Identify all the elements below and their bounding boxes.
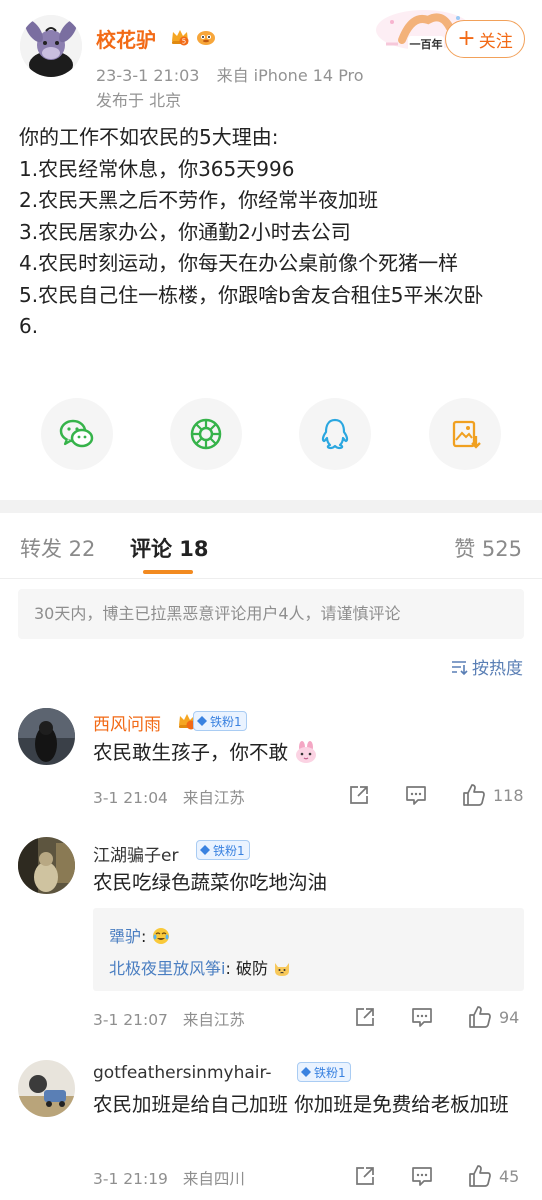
commenter-avatar[interactable] xyxy=(18,708,75,765)
follow-label: 关注 xyxy=(478,31,513,52)
comment-time: 3-1 21:07 xyxy=(93,1011,168,1029)
bunny-emoji-icon xyxy=(296,741,317,763)
thumbs-up-icon xyxy=(469,1006,491,1028)
commenter-avatar[interactable] xyxy=(18,1060,75,1117)
qq-icon xyxy=(321,418,349,450)
share-wechat-button[interactable] xyxy=(41,398,113,470)
laugh-cry-emoji-icon xyxy=(152,928,169,944)
repost-comment-button[interactable] xyxy=(353,1164,377,1188)
comment-meta: 3-1 21:04 来自江苏 xyxy=(93,786,255,808)
comment-item: 江湖骗子er 铁粉1 农民吃绿色蔬菜你吃地沟油 犟驴: 北极夜里放风筝i: 破防 xyxy=(0,830,542,1040)
post-line: 4.农民时刻运动，你每天在办公桌前像个死猪一样 xyxy=(19,251,459,275)
wechat-icon xyxy=(59,419,94,448)
comment-time: 3-1 21:19 xyxy=(93,1170,168,1188)
sort-toggle[interactable]: 按热度 xyxy=(450,654,523,679)
comment-location: 来自四川 xyxy=(182,1170,245,1188)
share-out-icon xyxy=(356,1008,374,1026)
post-content: 你的工作不如农民的5大理由: 1.农民经常休息，你365天996 2.农民天黑之… xyxy=(19,122,524,343)
comment-notice: 30天内，博主已拉黑恶意评论用户4人，请谨慎评论 xyxy=(18,589,524,639)
tab-likes[interactable]: 赞 525 xyxy=(454,533,522,563)
comment-time: 3-1 21:04 xyxy=(93,789,168,807)
repost-comment-button[interactable] xyxy=(353,1005,377,1029)
diamond-icon xyxy=(197,716,207,726)
share-qq-button[interactable] xyxy=(299,398,371,470)
post-location: 发布于 北京 xyxy=(96,91,182,110)
interaction-tabs: 转发 22 评论 18 赞 525 xyxy=(0,513,542,579)
commenter-name[interactable]: gotfeathersinmyhair- xyxy=(93,1063,272,1083)
like-count: 94 xyxy=(499,1007,520,1027)
section-divider xyxy=(0,500,542,513)
comment-item: 西风问雨 铁粉1 农民敢生孩子，你不敢 3-1 21:04 来自江苏 118 xyxy=(0,700,542,820)
thumbs-up-icon xyxy=(463,784,485,806)
commenter-name[interactable]: 西风问雨 xyxy=(93,710,161,735)
repost-comment-button[interactable] xyxy=(347,783,371,807)
post-line: 3.农民居家办公，你通勤2小时去公司 xyxy=(19,219,351,244)
comment-item: gotfeathersinmyhair- 铁粉1 农民加班是给自己加班 你加班是… xyxy=(0,1052,542,1200)
tab-repost[interactable]: 转发 22 xyxy=(20,533,95,563)
comment-meta: 3-1 21:07 来自江苏 xyxy=(93,1008,255,1030)
vip-crown-icon: 5 xyxy=(172,30,189,46)
post-line: 5.农民自己住一栋楼，你跟啥b舍友合租住5平米次卧 xyxy=(19,282,484,307)
share-out-icon xyxy=(350,786,368,804)
post-timestamp: 23-3-1 21:03 xyxy=(96,66,200,85)
comment-icon xyxy=(406,786,426,805)
thumbs-up-icon xyxy=(469,1165,491,1187)
save-image-button[interactable] xyxy=(429,398,501,470)
like-comment-button[interactable]: 45 xyxy=(467,1163,519,1189)
post-header: 校花驴 5 23-3-1 21:03 来自 iPhone 14 Pro 发布于 … xyxy=(0,0,542,115)
comment-text: 农民敢生孩子，你不敢 xyxy=(93,738,518,768)
post-line: 1.农民经常休息，你365天996 xyxy=(19,156,295,181)
like-count: 45 xyxy=(499,1166,520,1186)
author-badges: 5 xyxy=(169,26,217,48)
share-out-icon xyxy=(356,1167,374,1185)
tab-comments[interactable]: 评论 18 xyxy=(130,533,209,563)
comment-location: 来自江苏 xyxy=(182,1011,245,1029)
post-line: 6. xyxy=(19,314,39,338)
diamond-icon xyxy=(200,845,210,855)
comment-text: 农民加班是给自己加班 你加班是免费给老板加班 xyxy=(93,1093,509,1116)
share-moments-button[interactable] xyxy=(170,398,242,470)
like-comment-button[interactable]: 118 xyxy=(461,782,524,808)
svg-text:5: 5 xyxy=(182,38,186,46)
post-line: 你的工作不如农民的5大理由: xyxy=(19,125,279,149)
post-source: 来自 iPhone 14 Pro xyxy=(216,66,364,85)
sort-icon xyxy=(452,660,468,675)
reply-preview[interactable]: 犟驴: 北极夜里放风筝i: 破防 xyxy=(93,908,524,991)
fan-badge: 铁粉1 xyxy=(193,711,247,731)
like-comment-button[interactable]: 94 xyxy=(467,1004,519,1030)
fan-badge: 铁粉1 xyxy=(196,840,250,860)
reply-author[interactable]: 犟驴 xyxy=(109,927,141,946)
reply-author[interactable]: 北极夜里放风筝i xyxy=(109,959,225,978)
comment-icon xyxy=(412,1008,432,1027)
active-tab-indicator xyxy=(143,570,193,574)
reply-line: 犟驴: xyxy=(109,923,170,947)
author-avatar[interactable] xyxy=(20,15,82,77)
comment-location: 来自江苏 xyxy=(182,789,245,807)
save-image-icon xyxy=(452,420,481,449)
post-line: 2.农民天黑之后不劳作，你经常半夜加班 xyxy=(19,188,379,212)
commenter-avatar[interactable] xyxy=(18,837,75,894)
reply-comment-button[interactable] xyxy=(410,1005,434,1029)
author-name[interactable]: 校花驴 xyxy=(96,24,156,53)
moments-icon xyxy=(190,418,222,450)
sort-label: 按热度 xyxy=(472,659,523,679)
cat-emoji-icon xyxy=(275,963,290,976)
plus-icon: + xyxy=(457,26,476,51)
fan-emoji-icon xyxy=(197,31,215,45)
like-count: 118 xyxy=(493,785,524,805)
reply-comment-button[interactable] xyxy=(410,1164,434,1188)
comment-text: 农民吃绿色蔬菜你吃地沟油 xyxy=(93,871,328,894)
reply-line: 北极夜里放风筝i: 破防 xyxy=(109,955,291,979)
share-row xyxy=(0,398,542,474)
commenter-name[interactable]: 江湖骗子er xyxy=(93,841,178,866)
reply-comment-button[interactable] xyxy=(404,783,428,807)
comment-meta: 3-1 21:19 来自四川 xyxy=(93,1167,255,1189)
sticker-text: 一百年 xyxy=(410,37,443,51)
post-meta: 23-3-1 21:03 来自 iPhone 14 Pro xyxy=(96,62,376,86)
fan-badge: 铁粉1 xyxy=(297,1062,351,1082)
follow-button[interactable]: + 关注 xyxy=(445,20,525,58)
diamond-icon xyxy=(301,1067,311,1077)
comment-icon xyxy=(412,1167,432,1186)
